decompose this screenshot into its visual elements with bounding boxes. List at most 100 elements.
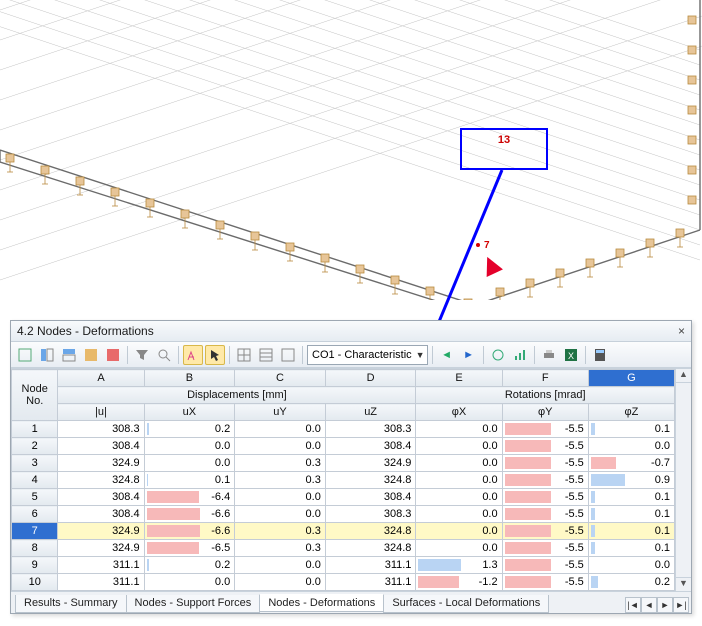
table-cell[interactable]: 324.9 [58,540,144,557]
scroll-up-icon[interactable]: ▲ [676,369,691,383]
table-cell[interactable]: 0.0 [416,472,502,489]
row-header[interactable]: 8 [12,540,58,557]
table-cell[interactable]: 308.4 [58,438,144,455]
table-row[interactable]: 4324.80.10.3324.80.0-5.50.9 [12,472,675,489]
table-cell[interactable]: 0.2 [144,557,235,574]
table-cell[interactable]: -5.5 [502,506,588,523]
nav-next-icon[interactable]: ► [459,345,479,365]
table-cell[interactable]: 0.3 [235,455,326,472]
table-cell[interactable]: 0.0 [235,421,326,438]
table-cell[interactable]: -5.5 [502,455,588,472]
table-cell[interactable]: 308.4 [325,489,416,506]
table-cell[interactable]: -5.5 [502,540,588,557]
table-row[interactable]: 7324.9-6.60.3324.80.0-5.50.1 [12,523,675,540]
row-header[interactable]: 6 [12,506,58,523]
table-cell[interactable]: 324.8 [58,472,144,489]
table-cell[interactable]: 311.1 [325,557,416,574]
sub-u[interactable]: |u| [58,404,144,421]
row-header[interactable]: 5 [12,489,58,506]
table-cell[interactable]: 0.0 [588,438,674,455]
tab-next-icon[interactable]: ► [657,597,673,613]
table-row[interactable]: 9311.10.20.0311.11.3-5.50.0 [12,557,675,574]
table-cell[interactable]: 0.1 [588,421,674,438]
table-cell[interactable]: 308.4 [58,489,144,506]
toolbar-btn-1[interactable] [15,345,35,365]
loadcase-combo[interactable]: CO1 - Characteristic ▼ [307,345,428,365]
table-cell[interactable]: 0.9 [588,472,674,489]
table-cell[interactable]: 308.4 [325,438,416,455]
toolbar-btn-5[interactable] [103,345,123,365]
toolbar-btn-2[interactable] [37,345,57,365]
table-cell[interactable]: 0.0 [588,557,674,574]
table-row[interactable]: 3324.90.00.3324.90.0-5.5-0.7 [12,455,675,472]
table-cell[interactable]: -5.5 [502,574,588,591]
close-icon[interactable]: × [678,324,685,338]
table-cell[interactable]: 0.1 [144,472,235,489]
sub-px[interactable]: φX [416,404,502,421]
table-cell[interactable]: 324.9 [58,523,144,540]
row-header[interactable]: 7 [12,523,58,540]
toolbar-btn-select[interactable] [205,345,225,365]
toolbar-btn-4[interactable] [81,345,101,365]
table-cell[interactable]: 0.0 [144,438,235,455]
table-cell[interactable]: 308.4 [58,506,144,523]
table-cell[interactable]: 324.9 [325,455,416,472]
table-cell[interactable]: -5.5 [502,557,588,574]
toolbar-btn-calc[interactable] [590,345,610,365]
table-cell[interactable]: 0.1 [588,489,674,506]
toolbar-btn-highlight[interactable] [183,345,203,365]
toolbar-btn-view[interactable] [488,345,508,365]
row-header[interactable]: 2 [12,438,58,455]
table-cell[interactable]: -5.5 [502,438,588,455]
table-cell[interactable]: 308.3 [58,421,144,438]
table-cell[interactable]: 324.9 [58,455,144,472]
table-cell[interactable]: 0.0 [416,438,502,455]
tab-prev-icon[interactable]: ◄ [641,597,657,613]
toolbar-btn-find[interactable] [154,345,174,365]
table-cell[interactable]: 0.0 [416,523,502,540]
col-letter-G[interactable]: G [588,370,674,387]
table-cell[interactable]: 0.0 [235,506,326,523]
toolbar-btn-chart[interactable] [510,345,530,365]
table-cell[interactable]: 0.1 [588,540,674,557]
table-cell[interactable]: 308.3 [325,421,416,438]
table-cell[interactable]: -5.5 [502,523,588,540]
tab-surfaces-local-deformations[interactable]: Surfaces - Local Deformations [383,595,549,613]
table-cell[interactable]: 1.3 [416,557,502,574]
table-cell[interactable]: 0.2 [144,421,235,438]
col-letter-E[interactable]: E [416,370,502,387]
table-cell[interactable]: 0.1 [588,506,674,523]
col-letter-A[interactable]: A [58,370,144,387]
table-cell[interactable]: 0.0 [144,574,235,591]
table-cell[interactable]: 0.0 [235,489,326,506]
table-row[interactable]: 2308.40.00.0308.40.0-5.50.0 [12,438,675,455]
table-cell[interactable]: 308.3 [325,506,416,523]
results-grid[interactable]: Node No. A B C D E F G Displacements [mm… [11,368,691,591]
row-header[interactable]: 10 [12,574,58,591]
sub-ux[interactable]: uX [144,404,235,421]
table-cell[interactable]: 0.0 [235,574,326,591]
table-cell[interactable]: -6.4 [144,489,235,506]
table-cell[interactable]: 0.0 [144,455,235,472]
table-cell[interactable]: -6.5 [144,540,235,557]
table-cell[interactable]: -6.6 [144,523,235,540]
table-row[interactable]: 10311.10.00.0311.1-1.2-5.50.2 [12,574,675,591]
row-header[interactable]: 4 [12,472,58,489]
table-cell[interactable]: 0.0 [416,455,502,472]
table-row[interactable]: 5308.4-6.40.0308.40.0-5.50.1 [12,489,675,506]
col-letter-F[interactable]: F [502,370,588,387]
row-header[interactable]: 9 [12,557,58,574]
tab-nodes-support-forces[interactable]: Nodes - Support Forces [126,595,261,613]
table-cell[interactable]: -5.5 [502,472,588,489]
toolbar-btn-excel[interactable]: X [561,345,581,365]
table-cell[interactable]: -5.5 [502,489,588,506]
table-cell[interactable]: 0.0 [416,421,502,438]
vertical-scrollbar[interactable]: ▲ ▼ [675,369,691,591]
model-viewport[interactable]: 7 13 [0,0,702,300]
table-cell[interactable]: 0.3 [235,540,326,557]
sub-py[interactable]: φY [502,404,588,421]
tab-nodes-deformations[interactable]: Nodes - Deformations [259,594,384,612]
table-cell[interactable]: 324.8 [325,540,416,557]
table-cell[interactable]: 0.3 [235,523,326,540]
table-row[interactable]: 6308.4-6.60.0308.30.0-5.50.1 [12,506,675,523]
